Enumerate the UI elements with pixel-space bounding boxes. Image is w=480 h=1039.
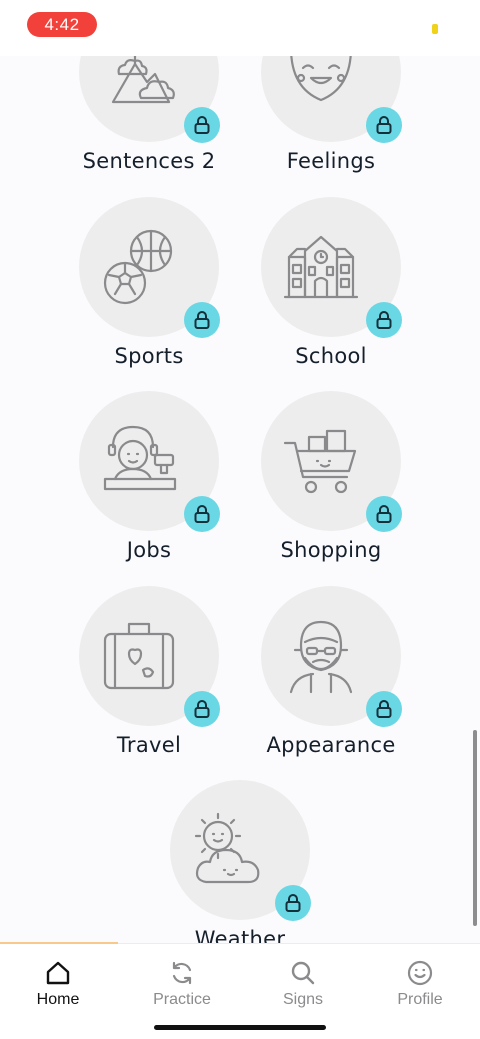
lock-badge [366,107,402,143]
bearded-man-icon [289,620,353,694]
category-label: School [295,344,367,368]
category-card-appearance[interactable]: Appearance [251,586,411,786]
lock-badge [366,302,402,338]
search-icon [291,961,315,985]
tab-signs[interactable]: Signs [243,944,363,1014]
lock-icon [376,311,392,329]
suitcase-icon [103,622,175,690]
status-time: 4:42 [27,12,97,37]
category-label: Weather [194,927,286,943]
lock-icon [376,700,392,718]
category-label: Feelings [286,149,376,173]
shopping-cart-icon [283,429,357,494]
category-card-school[interactable]: School [251,197,411,397]
lock-icon [194,311,210,329]
cashier-worker-icon [103,425,177,491]
lock-icon [285,894,301,912]
recording-indicator [432,24,438,34]
tab-label: Practice [153,991,211,1008]
lock-icon [194,700,210,718]
tab-practice[interactable]: Practice [122,944,242,1014]
category-label: Sports [114,344,184,368]
category-card-travel[interactable]: Travel [69,586,229,786]
smiley-icon [407,960,433,986]
category-label: Shopping [280,538,382,562]
tab-label: Profile [397,991,443,1008]
lock-badge [184,496,220,532]
tab-label: Signs [282,991,324,1008]
sports-balls-icon [103,229,173,305]
scrollbar-thumb[interactable] [473,730,477,926]
category-card-sports[interactable]: Sports [69,197,229,397]
refresh-icon [172,961,192,985]
home-icon [46,961,70,985]
status-bar: 4:42 [0,0,480,56]
tab-label: Home [36,991,80,1008]
lock-icon [194,116,210,134]
category-card-weather[interactable]: Weather [160,780,320,943]
tab-home[interactable]: Home [0,944,118,1014]
lock-badge [366,496,402,532]
lock-icon [194,505,210,523]
category-label: Sentences 2 [82,149,216,173]
lock-badge [275,885,311,921]
lock-badge [366,691,402,727]
category-card-shopping[interactable]: Shopping [251,391,411,591]
category-label: Appearance [266,733,396,757]
lock-badge [184,691,220,727]
tab-profile[interactable]: Profile [360,944,480,1014]
lock-badge [184,107,220,143]
category-label: Jobs [126,538,172,562]
sun-cloud-icon [194,812,260,884]
bottom-tab-bar: Home Practice Signs Profile [0,942,480,1039]
category-label: Travel [116,733,182,757]
lock-icon [376,505,392,523]
school-building-icon [283,235,359,299]
category-card-jobs[interactable]: Jobs [69,391,229,591]
category-grid: Sentences 2 Feelings Sports School Jobs … [0,0,480,943]
home-indicator[interactable] [154,1025,326,1030]
lock-badge [184,302,220,338]
lock-icon [376,116,392,134]
